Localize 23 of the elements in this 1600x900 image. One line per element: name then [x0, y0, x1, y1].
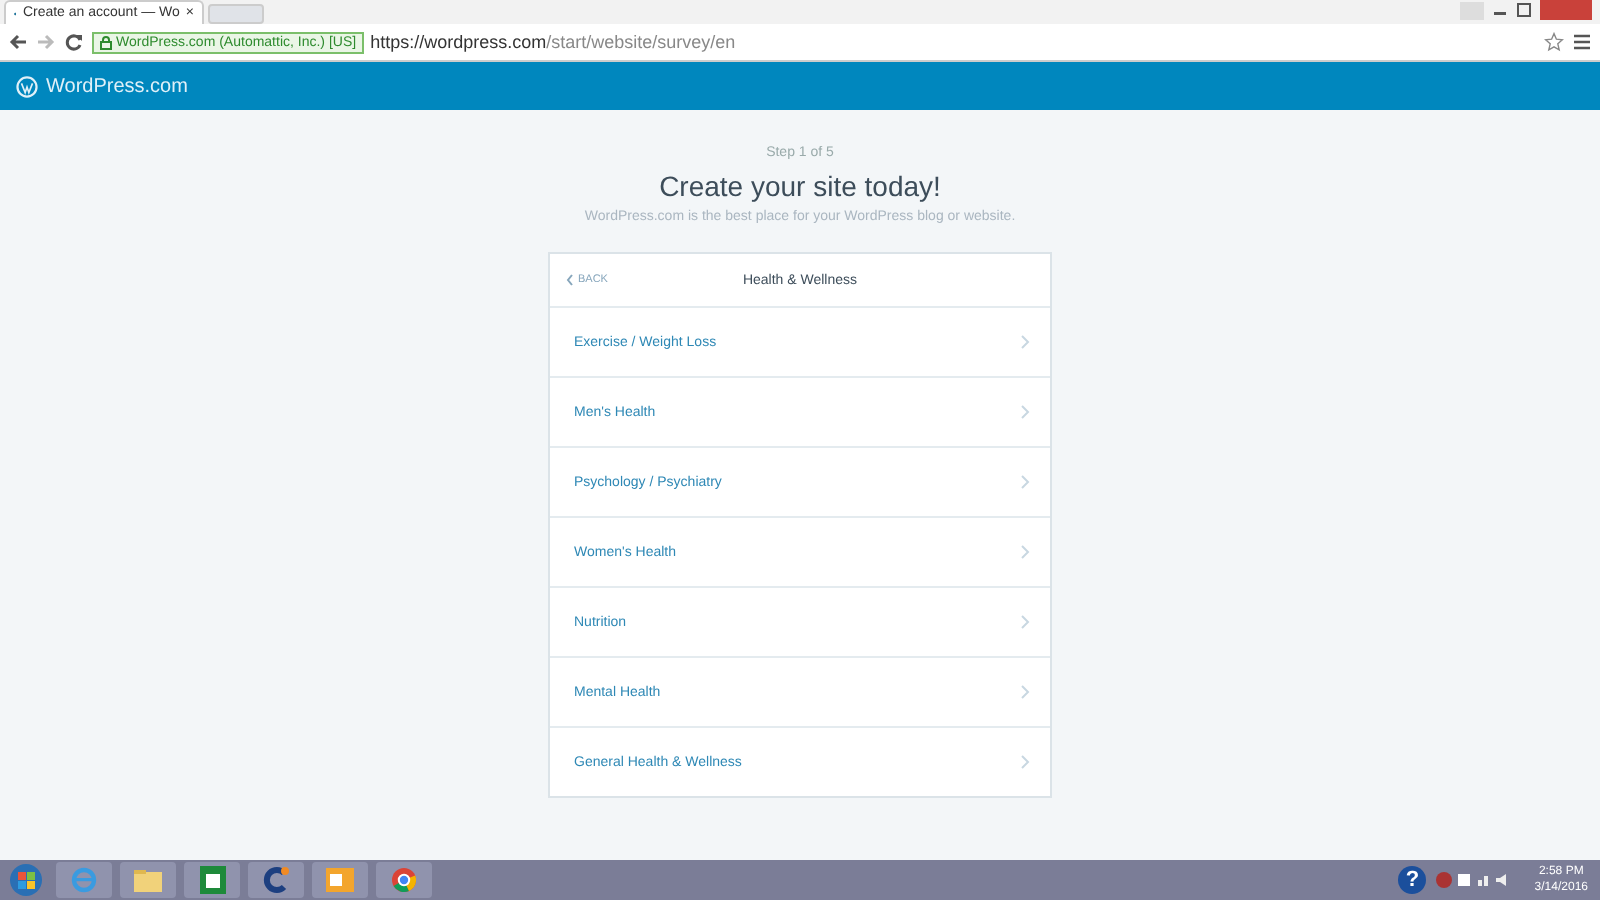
site-logo-text[interactable]: WordPress.com: [46, 75, 188, 97]
app-taskbar-icon[interactable]: [248, 862, 304, 898]
chevron-icon: [1020, 404, 1030, 420]
chevron-icon: [1020, 614, 1030, 630]
chevron-icon: [1020, 754, 1030, 770]
page-title: Create your site today!: [659, 170, 941, 202]
back-arrow-icon[interactable]: [8, 32, 28, 52]
reload-icon[interactable]: [64, 32, 84, 52]
start-button[interactable]: [4, 862, 48, 898]
folder-taskbar-icon[interactable]: [120, 862, 176, 898]
chevron-icon: [1020, 334, 1030, 350]
chevron-icon: [1020, 474, 1030, 490]
chevron-left-icon: [566, 274, 574, 286]
url-text: https://wordpress.com/start/website/survey/en: [370, 32, 736, 52]
chrome-taskbar-icon[interactable]: [376, 862, 432, 898]
store-taskbar-icon[interactable]: [184, 862, 240, 898]
chevron-icon: [1020, 544, 1030, 560]
star-icon[interactable]: [1544, 32, 1564, 52]
help-icon[interactable]: ?: [1398, 866, 1427, 894]
maximize-icon[interactable]: [1516, 2, 1532, 18]
menu-icon[interactable]: [1572, 32, 1592, 52]
mail-taskbar-icon[interactable]: [312, 862, 368, 898]
chevron-icon: [1020, 684, 1030, 700]
